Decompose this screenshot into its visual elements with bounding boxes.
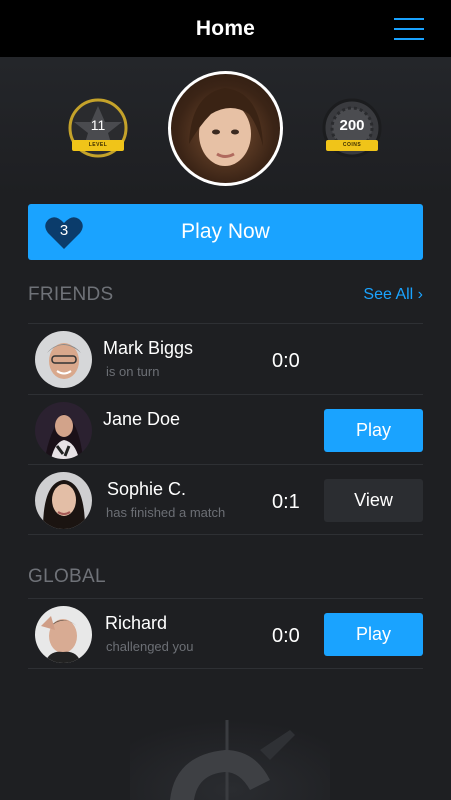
profile-header: 11 LEVEL 200 COINS [0,57,451,197]
page-title: Home [195,16,256,40]
divider [28,534,423,535]
friend-row[interactable]: Sophie C. has finished a match 0:1 View [28,465,423,535]
player-status: challenged you [106,639,194,654]
play-now-button[interactable]: 3 Play Now [28,204,423,260]
match-score: 0:1 [272,491,300,513]
coins-value: 200 [339,117,365,134]
avatar [35,606,92,663]
view-button[interactable]: View [324,479,423,522]
brand-logo-icon [130,700,330,800]
user-avatar[interactable] [168,71,283,186]
avatar [35,472,92,529]
avatar-photo [171,74,280,183]
play-button[interactable]: Play [324,613,423,656]
level-badge: 11 LEVEL [68,98,128,162]
friends-heading: FRIENDS [28,284,114,305]
level-ribbon: LEVEL [72,140,124,151]
see-all-link[interactable]: See All › [363,286,423,304]
player-status: is on turn [106,364,160,379]
app-header: Home [0,0,451,57]
level-value: 11 [90,117,106,133]
see-all-label: See All [363,286,414,303]
global-row[interactable]: Richard challenged you 0:0 Play [28,599,423,669]
match-score: 0:0 [272,625,300,647]
player-name: Richard [105,613,168,633]
match-score: 0:0 [272,350,300,372]
player-name: Mark Biggs [103,338,194,358]
player-name: Sophie C. [107,479,187,499]
play-now-label: Play Now [181,220,270,243]
play-button[interactable]: Play [324,409,423,452]
player-name: Jane Doe [103,409,181,429]
avatar [35,402,92,459]
friend-row[interactable]: Mark Biggs is on turn 0:0 [28,324,423,394]
coins-ribbon: COINS [326,140,378,151]
friend-row[interactable]: Jane Doe Play [28,395,423,465]
global-heading: GLOBAL [28,566,106,587]
chevron-right-icon: › [417,286,423,303]
player-status: has finished a match [106,505,226,520]
divider [28,668,423,669]
coins-badge: 200 COINS [322,98,382,162]
avatar [35,331,92,388]
menu-icon[interactable] [394,18,424,40]
